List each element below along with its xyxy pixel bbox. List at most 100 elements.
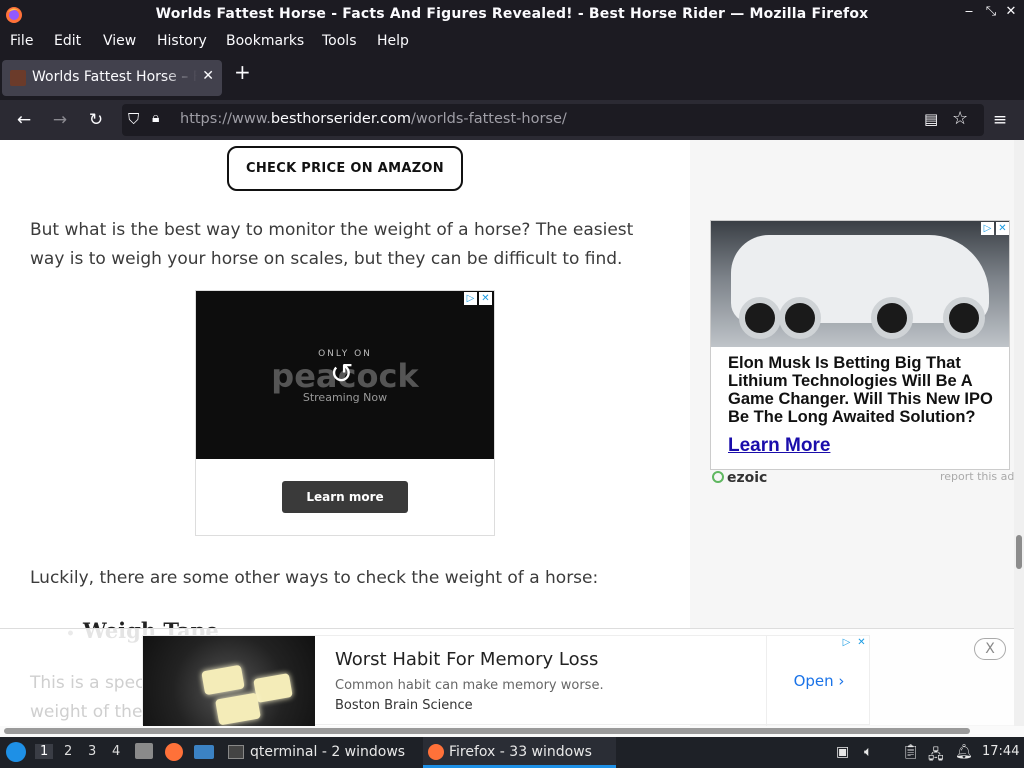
video-ad[interactable]: ONLY ON peacock Streaming Now ↺ ▷ ✕ Lear… [195, 290, 495, 536]
menu-edit[interactable]: Edit [54, 33, 81, 49]
url-path: /worlds-fattest-horse/ [411, 111, 567, 127]
check-price-amazon-button[interactable]: CHECK PRICE ON AMAZON [227, 146, 463, 191]
workspace-1[interactable]: 1 [35, 744, 54, 759]
vertical-scrollbar[interactable] [1014, 140, 1024, 737]
ad-close-icon[interactable]: ✕ [479, 292, 492, 305]
menu-help[interactable]: Help [377, 33, 409, 49]
task-label: Firefox - 33 windows [449, 744, 592, 760]
wheel-shape [739, 297, 781, 339]
task-label: qterminal - 2 windows [250, 744, 406, 760]
back-icon[interactable]: ← [14, 110, 34, 130]
butter-shape [201, 664, 245, 696]
ezoic-logo[interactable]: ezoic [712, 470, 767, 486]
restore-icon[interactable]: ⤡ [982, 4, 1000, 19]
firefox-icon [428, 744, 444, 760]
url-domain: besthorserider.com [270, 111, 412, 127]
paragraph-line: Luckily, there are some other ways to ch… [30, 568, 599, 588]
ad-card[interactable]: Worst Habit For Memory Loss Common habit… [142, 635, 871, 726]
replay-icon[interactable]: ↺ [330, 357, 353, 390]
bookmark-star-icon[interactable]: ☆ [952, 108, 968, 129]
terminal-icon [228, 745, 244, 759]
workspace-2[interactable]: 2 [64, 744, 72, 759]
menu-tools[interactable]: Tools [322, 33, 357, 49]
sidebar-ad[interactable]: ▷ ✕ Elon Musk Is Betting Big That Lithiu… [710, 220, 1010, 470]
task-firefox[interactable]: Firefox - 33 windows [423, 737, 616, 768]
ad-learn-more-link[interactable]: Learn More [728, 435, 830, 457]
reader-view-icon[interactable]: ▤ [924, 110, 938, 128]
ezoic-label: ezoic [727, 470, 768, 486]
menu-bar: File Edit View History Bookmarks Tools H… [0, 30, 1024, 54]
butter-shape [215, 692, 261, 726]
ad-headline[interactable]: Worst Habit For Memory Loss [335, 649, 598, 670]
url-text: https://www.besthorserider.com/worlds-fa… [180, 111, 567, 127]
url-bar[interactable]: ⛉ 🔒︎ https://www.besthorserider.com/worl… [122, 104, 984, 136]
workspace-4[interactable]: 4 [112, 744, 120, 759]
ad-close-icon[interactable]: ✕ [855, 636, 868, 649]
tab-title: Worlds Fattest Horse – Fa [32, 69, 197, 85]
tab-active[interactable]: Worlds Fattest Horse – Fa ✕ [2, 60, 222, 96]
menu-history[interactable]: History [157, 33, 207, 49]
paragraph-line: way is to weigh your horse on scales, bu… [30, 249, 623, 269]
lock-icon[interactable]: 🔒︎ [152, 110, 159, 126]
network-icon[interactable]: 🖧 [928, 744, 944, 768]
chevron-right-icon: › [838, 672, 845, 690]
ad-close-icon[interactable]: ✕ [996, 222, 1009, 235]
forward-icon[interactable]: → [50, 110, 70, 130]
window-title: Worlds Fattest Horse - Facts And Figures… [155, 6, 869, 22]
adchoices-icon[interactable]: ▷ [981, 222, 994, 235]
url-prefix: https://www. [180, 111, 271, 127]
horizontal-scrollbar[interactable] [0, 726, 1024, 737]
horizontal-scrollbar-thumb[interactable] [4, 728, 970, 734]
ad-thumbnail[interactable] [143, 636, 315, 726]
reload-icon[interactable]: ↻ [86, 110, 106, 130]
desktop-icon[interactable] [194, 745, 214, 759]
tab-close-icon[interactable]: ✕ [202, 68, 214, 84]
paragraph-line: But what is the best way to monitor the … [30, 220, 634, 240]
navigation-bar: ← → ↻ ⛉ 🔒︎ https://www.besthorserider.co… [0, 100, 1024, 140]
sticky-footer-ad: This is a spec weight of the Worst Habit… [0, 628, 1014, 726]
notification-icon[interactable]: 🔔︎ [955, 744, 973, 760]
horse-favicon-icon [10, 70, 26, 86]
menu-bookmarks[interactable]: Bookmarks [226, 33, 304, 49]
wheel-shape [871, 297, 913, 339]
ad-learn-more-button[interactable]: Learn more [282, 481, 408, 513]
window-titlebar: Worlds Fattest Horse - Facts And Figures… [0, 0, 1024, 30]
ad-headline[interactable]: Elon Musk Is Betting Big That Lithium Te… [728, 354, 1003, 426]
workspace-3[interactable]: 3 [88, 744, 96, 759]
ad-open-label: Open [793, 672, 834, 690]
wheel-shape [779, 297, 821, 339]
minimize-icon[interactable]: ‒ [960, 4, 978, 19]
clipboard-icon[interactable]: 📋︎ [902, 744, 920, 760]
ad-streaming-text: Streaming Now [302, 391, 388, 404]
new-tab-icon[interactable]: + [234, 60, 251, 84]
firefox-launcher-icon[interactable] [165, 743, 183, 761]
wheel-shape [943, 297, 985, 339]
task-qterminal[interactable]: qterminal - 2 windows [224, 737, 414, 768]
ad-source: Boston Brain Science [335, 698, 473, 713]
ad-image[interactable] [711, 221, 1009, 347]
start-menu-icon[interactable] [6, 742, 26, 762]
taskbar: 1 2 3 4 qterminal - 2 windows Firefox - … [0, 737, 1024, 768]
adchoices-icon[interactable]: ▷ [464, 292, 477, 305]
menu-view[interactable]: View [103, 33, 136, 49]
butter-shape [253, 673, 293, 703]
menu-file[interactable]: File [10, 33, 33, 49]
sticky-ad-close-button[interactable]: X [974, 638, 1006, 660]
ad-open-button[interactable]: Open › [766, 636, 871, 726]
adchoices-icon[interactable]: ▷ [840, 636, 853, 649]
tab-bar: Worlds Fattest Horse – Fa ✕ [0, 54, 1024, 100]
clock: 17:44 [982, 744, 1020, 759]
tray-icon[interactable]: ▣ [836, 744, 849, 760]
video-player[interactable]: ONLY ON peacock Streaming Now ↺ [196, 291, 494, 459]
shield-icon[interactable]: ⛉ [128, 110, 139, 128]
faded-paragraph: This is a spec [30, 673, 145, 693]
file-manager-icon[interactable] [135, 743, 153, 759]
close-window-icon[interactable]: ✕ [1002, 4, 1020, 19]
scrollbar-thumb[interactable] [1016, 535, 1022, 569]
volume-icon[interactable]: 🔈︎ [864, 744, 872, 760]
report-ad-link[interactable]: report this ad [940, 470, 1014, 483]
ad-subtext: Common habit can make memory worse. [335, 678, 604, 693]
hamburger-menu-icon[interactable]: ≡ [990, 110, 1010, 130]
ezoic-icon [712, 471, 724, 483]
faded-paragraph: weight of the [30, 702, 143, 722]
